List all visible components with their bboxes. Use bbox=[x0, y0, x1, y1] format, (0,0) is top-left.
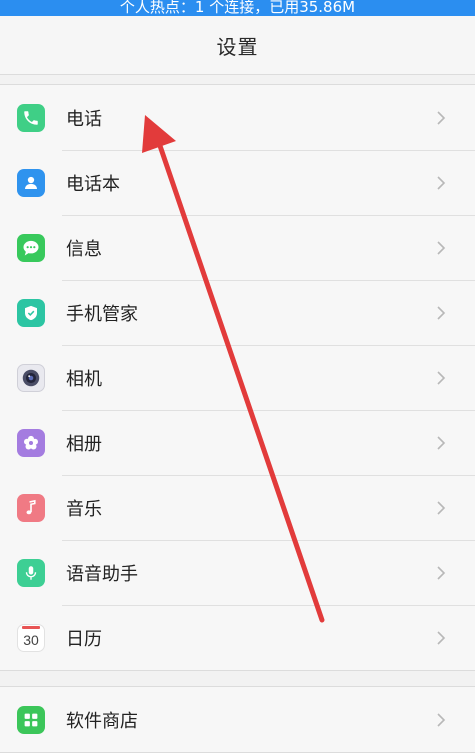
settings-item-messages[interactable]: 信息 bbox=[0, 215, 475, 280]
chevron-right-icon bbox=[437, 370, 446, 385]
settings-item-label: 语音助手 bbox=[66, 563, 138, 585]
camera-icon bbox=[17, 363, 45, 392]
hotspot-status-text: 个人热点：1 个连接，已用35.86M bbox=[119, 0, 356, 16]
chevron-right-icon bbox=[437, 500, 446, 515]
status-bar: 个人热点：1 个连接，已用35.86M bbox=[0, 0, 475, 16]
settings-item-calendar[interactable]: 30 日历 bbox=[0, 605, 475, 670]
chevron-right-icon bbox=[437, 712, 446, 727]
settings-item-voice-assistant[interactable]: 语音助手 bbox=[0, 540, 475, 605]
chevron-right-icon bbox=[437, 240, 446, 255]
settings-item-phone[interactable]: 电话 bbox=[0, 85, 475, 150]
chevron-right-icon bbox=[437, 110, 446, 125]
chevron-right-icon bbox=[437, 435, 446, 450]
settings-item-label: 软件商店 bbox=[66, 710, 138, 732]
settings-item-camera[interactable]: 相机 bbox=[0, 345, 475, 410]
settings-item-label: 电话本 bbox=[66, 173, 120, 195]
calendar-icon: 30 bbox=[17, 623, 45, 652]
settings-item-phone-manager[interactable]: 手机管家 bbox=[0, 280, 475, 345]
title-bar: 设置 bbox=[0, 16, 475, 75]
settings-item-gallery[interactable]: 相册 bbox=[0, 410, 475, 475]
chevron-right-icon bbox=[437, 565, 446, 580]
chevron-right-icon bbox=[437, 305, 446, 320]
settings-item-label: 电话 bbox=[66, 108, 102, 130]
settings-group-store: 软件商店 bbox=[0, 686, 475, 753]
settings-item-label: 日历 bbox=[66, 628, 102, 650]
calendar-day-number: 30 bbox=[23, 632, 39, 648]
gallery-icon bbox=[17, 428, 45, 457]
contacts-icon bbox=[17, 168, 45, 197]
microphone-icon bbox=[17, 558, 45, 587]
settings-item-label: 音乐 bbox=[66, 498, 102, 520]
phone-icon bbox=[17, 103, 45, 132]
settings-item-contacts[interactable]: 电话本 bbox=[0, 150, 475, 215]
settings-group-apps: 电话 电话本 信息 手机管家 相机 相册 音乐 语音助手 30 日历 bbox=[0, 84, 475, 671]
settings-item-app-store[interactable]: 软件商店 bbox=[0, 687, 475, 752]
calendar-header-bar bbox=[22, 625, 40, 629]
settings-item-label: 相册 bbox=[66, 433, 102, 455]
music-icon bbox=[17, 493, 45, 522]
app-store-icon bbox=[17, 705, 45, 734]
page-title: 设置 bbox=[216, 34, 259, 59]
settings-item-label: 手机管家 bbox=[66, 303, 138, 325]
settings-item-label: 相机 bbox=[66, 368, 102, 390]
chevron-right-icon bbox=[437, 175, 446, 190]
settings-item-label: 信息 bbox=[66, 238, 102, 260]
settings-item-music[interactable]: 音乐 bbox=[0, 475, 475, 540]
shield-icon bbox=[17, 298, 45, 327]
chevron-right-icon bbox=[437, 630, 446, 645]
message-icon bbox=[17, 233, 45, 262]
